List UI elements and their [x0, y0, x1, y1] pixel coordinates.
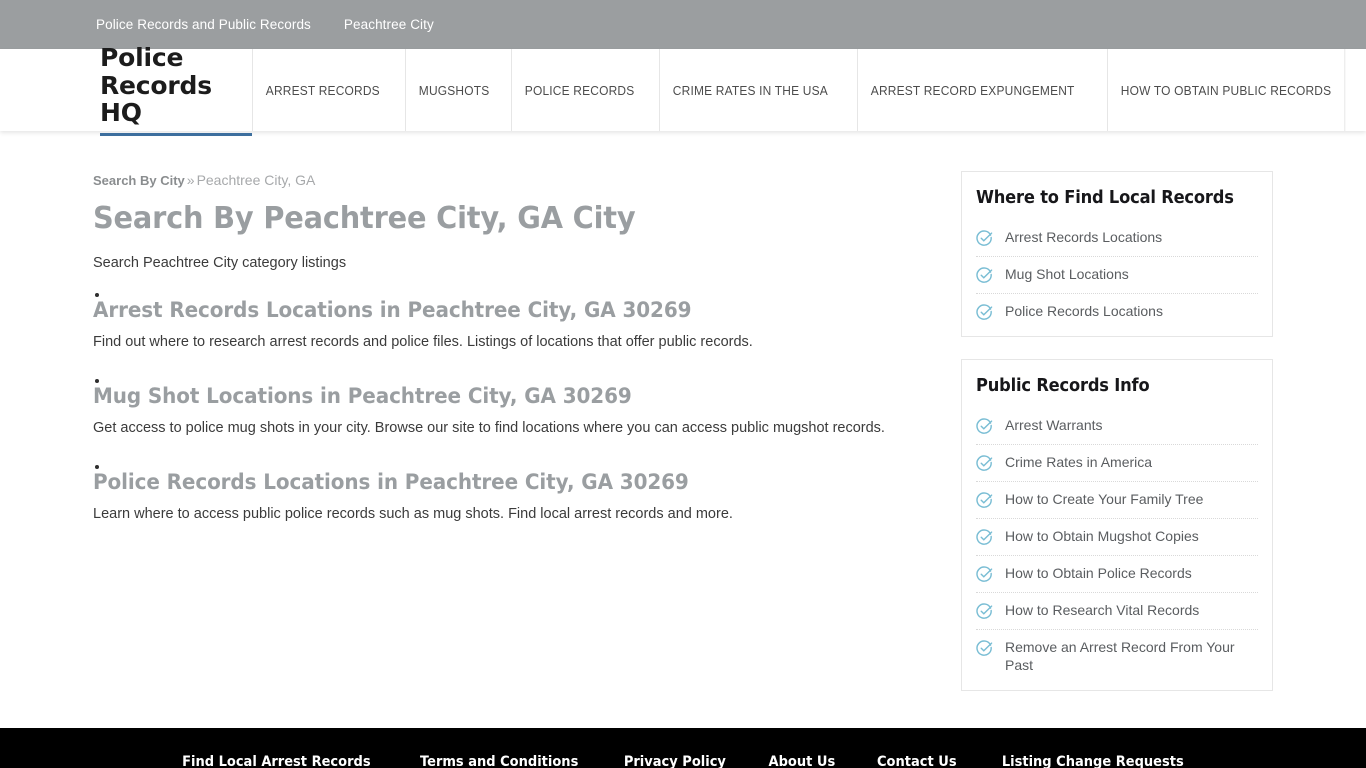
topbar-link-site-name[interactable]: Police Records and Public Records — [96, 17, 311, 32]
nav-item-how-to-obtain-public-records[interactable]: HOW TO OBTAIN PUBLIC RECORDS — [1107, 49, 1346, 131]
widget-link[interactable]: How to Obtain Police Records — [1005, 565, 1192, 583]
list-item: Police Records Locations in Peachtree Ci… — [93, 464, 893, 526]
list-item[interactable]: Arrest Records Locations — [976, 220, 1258, 257]
widget-link[interactable]: Mug Shot Locations — [1005, 266, 1129, 284]
category-title-police-records[interactable]: Police Records Locations in Peachtree Ci… — [93, 469, 853, 495]
widget-link[interactable]: How to Obtain Mugshot Copies — [1005, 528, 1199, 546]
widget-link[interactable]: Crime Rates in America — [1005, 454, 1152, 472]
widget-where-to-find-local-records: Where to Find Local Records Arrest Recor… — [961, 171, 1273, 337]
footer-navigation: Find Local Arrest Records Terms and Cond… — [0, 728, 1366, 768]
widget-title: Where to Find Local Records — [976, 188, 1234, 208]
widget-link[interactable]: Arrest Records Locations — [1005, 229, 1162, 247]
check-circle-icon — [976, 267, 993, 284]
footer-link-terms-and-conditions[interactable]: Terms and Conditions — [420, 754, 578, 768]
site-header: Police Records HQ ARREST RECORDS MUGSHOT… — [0, 44, 1366, 136]
category-list: Arrest Records Locations in Peachtree Ci… — [93, 292, 893, 526]
widget-public-records-info: Public Records Info Arrest Warrants Crim… — [961, 359, 1273, 691]
brand-container: Police Records HQ — [0, 44, 253, 136]
page-title: Search By Peachtree City, GA City — [93, 200, 636, 236]
list-item[interactable]: How to Create Your Family Tree — [976, 482, 1258, 519]
widget-link[interactable]: How to Create Your Family Tree — [1005, 491, 1203, 509]
widget-list: Arrest Warrants Crime Rates in America H… — [976, 408, 1258, 684]
check-circle-icon — [976, 529, 993, 546]
footer-link-about-us[interactable]: About Us — [768, 754, 835, 768]
footer-link-find-local-arrest-records[interactable]: Find Local Arrest Records — [182, 754, 370, 768]
nav-item-police-records[interactable]: POLICE RECORDS — [511, 49, 647, 131]
site-footer: Find Local Arrest Records Terms and Cond… — [0, 728, 1366, 768]
list-item[interactable]: Remove an Arrest Record From Your Past — [976, 630, 1258, 684]
page-body: Search By City» Peachtree City, GA Search… — [0, 131, 1366, 728]
list-item[interactable]: Crime Rates in America — [976, 445, 1258, 482]
footer-link-privacy-policy[interactable]: Privacy Policy — [624, 754, 726, 768]
topbar-link-city[interactable]: Peachtree City — [344, 17, 434, 32]
nav-item-arrest-record-expungement[interactable]: ARREST RECORD EXPUNGEMENT — [856, 49, 1087, 131]
top-utility-bar: Police Records and Public Records Peacht… — [0, 0, 1366, 49]
check-circle-icon — [976, 492, 993, 509]
check-circle-icon — [976, 304, 993, 321]
nav-item-arrest-records[interactable]: ARREST RECORDS — [252, 49, 393, 131]
list-item: Arrest Records Locations in Peachtree Ci… — [93, 292, 893, 354]
widget-title: Public Records Info — [976, 376, 1150, 396]
check-circle-icon — [976, 566, 993, 583]
widget-link[interactable]: Remove an Arrest Record From Your Past — [1005, 639, 1258, 675]
list-item: Mug Shot Locations in Peachtree City, GA… — [93, 378, 893, 440]
main-navigation: ARREST RECORDS MUGSHOTS POLICE RECORDS C… — [252, 49, 1366, 131]
breadcrumb-current: Peachtree City, GA — [196, 172, 316, 188]
list-item[interactable]: How to Obtain Police Records — [976, 556, 1258, 593]
sidebar: Where to Find Local Records Arrest Recor… — [961, 171, 1273, 713]
nav-item-crime-rates-in-the-usa[interactable]: CRIME RATES IN THE USA — [659, 49, 841, 131]
content-container: Search By City» Peachtree City, GA Search… — [93, 131, 1273, 713]
list-item[interactable]: How to Research Vital Records — [976, 593, 1258, 630]
widget-link[interactable]: How to Research Vital Records — [1005, 602, 1199, 620]
category-description: Find out where to research arrest record… — [93, 333, 753, 350]
widget-link[interactable]: Arrest Warrants — [1005, 417, 1103, 435]
site-logo[interactable]: Police Records HQ — [100, 44, 253, 136]
main-column: Search By City» Peachtree City, GA Search… — [93, 171, 893, 713]
list-item[interactable]: Arrest Warrants — [976, 408, 1258, 445]
check-circle-icon — [976, 640, 993, 657]
check-circle-icon — [976, 603, 993, 620]
breadcrumb-separator: » — [186, 172, 195, 188]
category-description: Learn where to access public police reco… — [93, 505, 733, 522]
nav-item-mugshots[interactable]: MUGSHOTS — [405, 49, 502, 131]
check-circle-icon — [976, 418, 993, 435]
page-subtitle: Search Peachtree City category listings — [93, 254, 347, 271]
check-circle-icon — [976, 455, 993, 472]
check-circle-icon — [976, 230, 993, 247]
footer-link-listing-change-requests[interactable]: Listing Change Requests — [1002, 754, 1184, 768]
widget-link[interactable]: Police Records Locations — [1005, 303, 1163, 321]
category-title-mug-shot[interactable]: Mug Shot Locations in Peachtree City, GA… — [93, 383, 853, 409]
widget-list: Arrest Records Locations Mug Shot Locati… — [976, 220, 1258, 330]
breadcrumb-link-root[interactable]: Search By City — [93, 173, 185, 188]
category-description: Get access to police mug shots in your c… — [93, 419, 885, 436]
footer-link-contact-us[interactable]: Contact Us — [877, 754, 957, 768]
list-item[interactable]: Mug Shot Locations — [976, 257, 1258, 294]
list-item[interactable]: Police Records Locations — [976, 294, 1258, 330]
category-title-arrest-records[interactable]: Arrest Records Locations in Peachtree Ci… — [93, 297, 853, 323]
list-item[interactable]: How to Obtain Mugshot Copies — [976, 519, 1258, 556]
breadcrumb: Search By City» Peachtree City, GA — [93, 171, 893, 190]
